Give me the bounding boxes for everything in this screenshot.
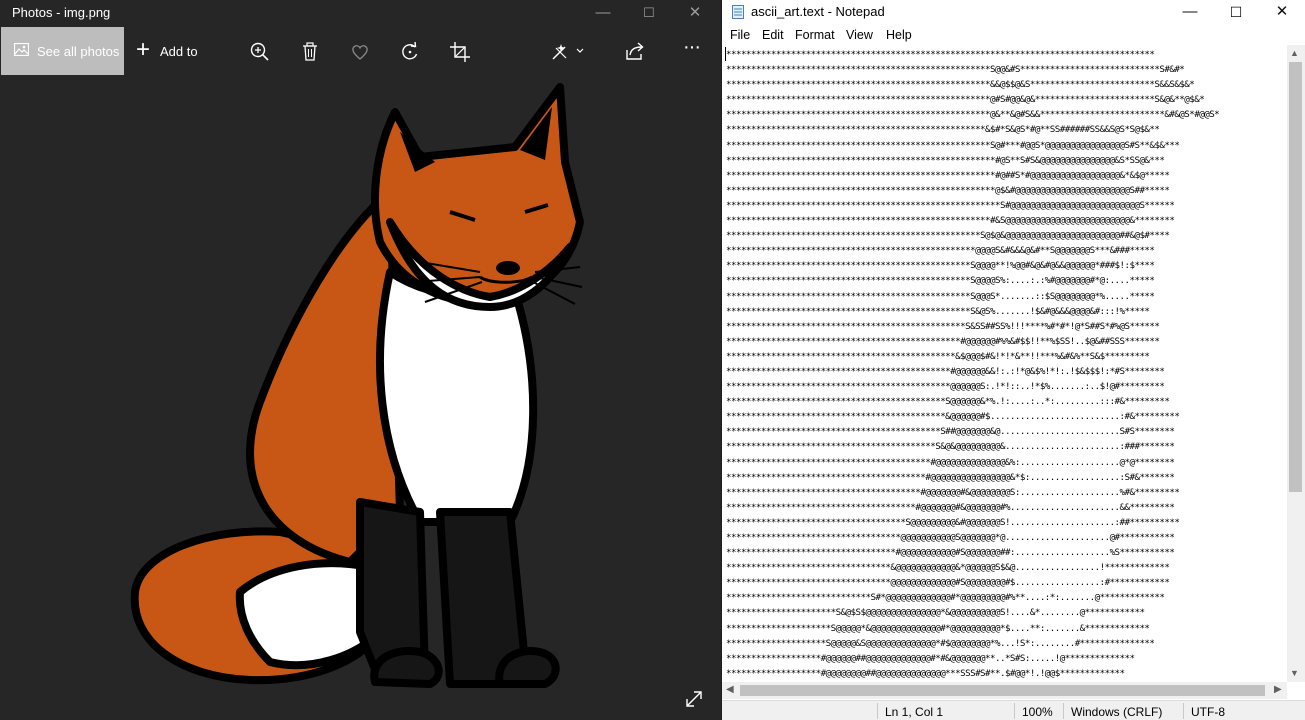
- horizontal-scroll-thumb[interactable]: [740, 685, 1265, 696]
- see-all-photos-label: See all photos: [37, 44, 120, 59]
- scroll-left-icon[interactable]: ◀: [726, 684, 734, 695]
- notepad-close-button[interactable]: ✕: [1259, 0, 1305, 25]
- notepad-window-title: ascii_art.text - Notepad: [751, 4, 885, 19]
- notepad-titlebar: ascii_art.text - Notepad — ☐ ✕: [722, 0, 1305, 25]
- photos-window: Photos - img.png — ☐ ✕ See all photos + …: [0, 0, 721, 720]
- notepad-minimize-button[interactable]: —: [1167, 0, 1213, 25]
- notepad-content: ****************************************…: [726, 49, 1220, 679]
- share-icon[interactable]: [622, 39, 648, 65]
- edit-icon[interactable]: [547, 39, 587, 65]
- notepad-text-area[interactable]: ****************************************…: [726, 47, 1287, 680]
- photos-window-title: Photos - img.png: [12, 5, 111, 20]
- scroll-right-icon[interactable]: ▶: [1274, 684, 1282, 695]
- photos-titlebar: Photos - img.png — ☐ ✕: [0, 0, 721, 26]
- close-button[interactable]: ✕: [672, 0, 718, 26]
- cursor-position: Ln 1, Col 1: [885, 705, 944, 719]
- fox-image: [130, 83, 584, 688]
- horizontal-scrollbar[interactable]: ◀ ▶: [722, 682, 1287, 699]
- expand-icon[interactable]: [683, 688, 705, 710]
- notepad-maximize-button[interactable]: ☐: [1213, 0, 1259, 25]
- scroll-up-icon[interactable]: ▲: [1290, 48, 1299, 58]
- menu-edit[interactable]: Edit: [762, 28, 784, 42]
- scroll-down-icon[interactable]: ▼: [1290, 668, 1299, 678]
- text-caret: [725, 47, 726, 61]
- menu-view[interactable]: View: [846, 28, 873, 42]
- photo-gallery-icon: [14, 43, 29, 56]
- maximize-button[interactable]: ☐: [626, 0, 672, 26]
- plus-icon: +: [136, 36, 151, 63]
- line-ending: Windows (CRLF): [1071, 705, 1163, 719]
- heart-icon[interactable]: [347, 39, 373, 65]
- delete-icon[interactable]: [297, 39, 323, 65]
- see-all-photos-button[interactable]: See all photos: [1, 27, 124, 75]
- more-icon[interactable]: ···: [683, 36, 709, 62]
- notepad-icon: [732, 5, 744, 19]
- notepad-window: ascii_art.text - Notepad — ☐ ✕ File Edit…: [722, 0, 1305, 720]
- add-to-button[interactable]: + Add to: [134, 27, 214, 75]
- status-bar: Ln 1, Col 1 100% Windows (CRLF) UTF-8: [722, 700, 1305, 720]
- crop-icon[interactable]: [447, 39, 473, 65]
- zoom-in-icon[interactable]: [247, 39, 273, 65]
- menu-help[interactable]: Help: [886, 28, 912, 42]
- vertical-scroll-thumb[interactable]: [1289, 62, 1302, 492]
- vertical-scrollbar[interactable]: ▲ ▼: [1287, 45, 1305, 682]
- rotate-icon[interactable]: [397, 39, 423, 65]
- menu-file[interactable]: File: [730, 28, 750, 42]
- add-to-label: Add to: [160, 44, 198, 59]
- minimize-button[interactable]: —: [580, 0, 626, 26]
- notepad-menubar: File Edit Format View Help: [722, 26, 1305, 45]
- zoom-level: 100%: [1022, 705, 1053, 719]
- encoding: UTF-8: [1191, 705, 1225, 719]
- photos-toolbar: See all photos + Add to ···: [0, 27, 721, 76]
- menu-format[interactable]: Format: [795, 28, 835, 42]
